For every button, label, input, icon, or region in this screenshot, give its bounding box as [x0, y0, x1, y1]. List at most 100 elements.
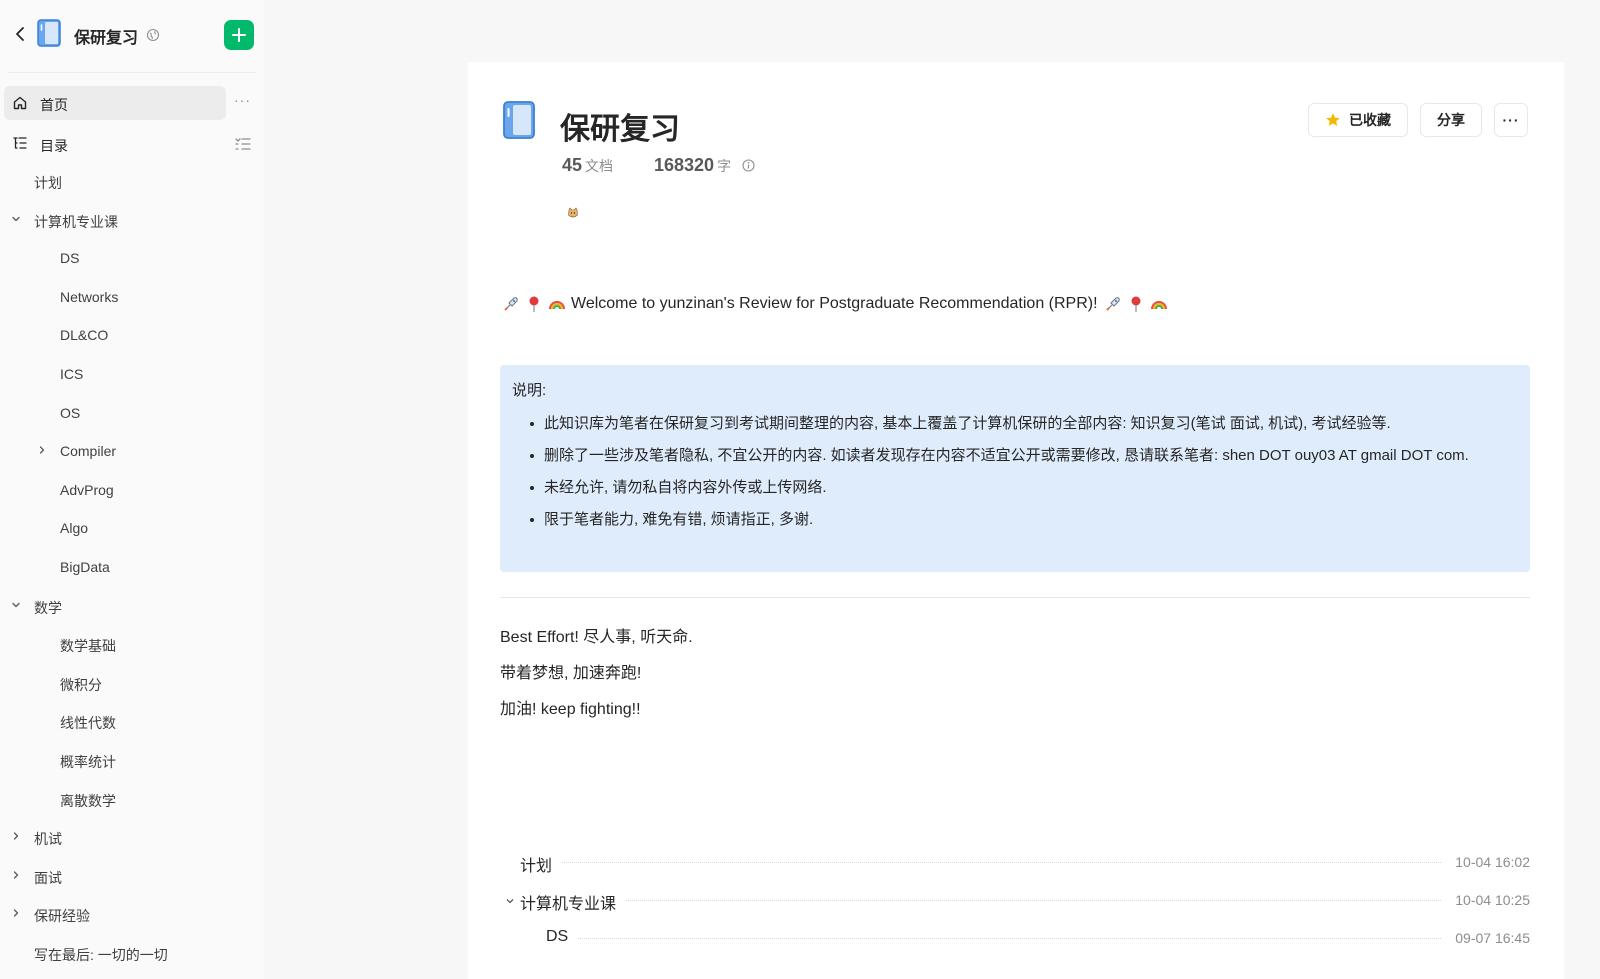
catalog-row-date: 10-04 10:25 — [1441, 892, 1530, 908]
chevron-right-icon[interactable] — [10, 830, 22, 842]
sidebar-tree-label: 数学基础 — [60, 638, 116, 655]
add-button[interactable] — [224, 20, 254, 50]
chevron-down-icon[interactable] — [10, 599, 22, 611]
book-icon — [37, 19, 61, 47]
sidebar-tree-item[interactable]: DS — [0, 240, 264, 279]
sidebar-tree: 计划计算机专业课 DS Networks DL&CO ICS OS Compiler AdvP… — [0, 163, 264, 973]
public-globe-icon — [146, 28, 160, 42]
sidebar-tree-label: 保研经验 — [34, 908, 90, 925]
plus-icon — [232, 28, 246, 42]
rainbow-emoji-icon — [549, 301, 565, 310]
words-count: 168320 字 — [654, 155, 755, 176]
docs-count-unit: 文档 — [585, 158, 614, 174]
sidebar-tree-label: 机试 — [34, 831, 62, 848]
divider — [500, 597, 1530, 598]
info-icon[interactable] — [742, 159, 755, 172]
sidebar-tree-item[interactable]: 写在最后: 一切的一切 — [0, 935, 264, 974]
more-options-button[interactable]: ··· — [1494, 103, 1528, 137]
book-title[interactable]: 保研复习 — [74, 24, 138, 48]
welcome-line: Welcome to yunzinan's Review for Postgra… — [502, 295, 1173, 313]
sidebar-tree-item[interactable]: BigData — [0, 549, 264, 588]
sidebar-tree-item[interactable]: ICS — [0, 356, 264, 395]
callout-item: 删除了一些涉及笔者隐私, 不宜公开的内容. 如读者发现存在内容不适宜公开或需要修… — [512, 442, 1518, 469]
sidebar-header: 保研复习 — [0, 14, 264, 54]
docs-count: 45 文档 — [562, 155, 613, 176]
sidebar-tree-item[interactable]: 保研经验 — [0, 896, 264, 935]
sidebar-tree-label: 概率统计 — [60, 753, 116, 770]
catalog-row-date: 10-04 16:02 — [1441, 854, 1530, 870]
sidebar-tree-label: DL&CO — [60, 327, 109, 344]
sidebar-tree-label: 离散数学 — [60, 792, 116, 809]
sidebar-tree-item[interactable]: 离散数学 — [0, 781, 264, 820]
catalog-row[interactable]: 计划 10-04 16:02 — [520, 849, 1530, 876]
catalog-row-label: 计划 — [520, 852, 563, 876]
main-content: 保研复习 45 文档 168320 字 已收藏 分享 ··· Welcome t… — [468, 62, 1564, 979]
favorite-button[interactable]: 已收藏 — [1308, 103, 1408, 137]
share-button[interactable]: 分享 — [1420, 103, 1482, 137]
chevron-right-icon[interactable] — [10, 869, 22, 881]
star-icon — [1326, 113, 1340, 126]
sidebar-tree-item[interactable]: 计算机专业课 — [0, 202, 264, 241]
home-icon — [13, 96, 27, 110]
sidebar-item-toc[interactable]: 目录 — [4, 127, 226, 161]
sidebar: 保研复习 首页 ··· 目录 计划计算机专业课 DS Networks DL&CO IC… — [0, 0, 264, 979]
catalog-row[interactable]: 计算机专业课 10-04 10:25 — [506, 887, 1530, 914]
sidebar-more-button[interactable]: ··· — [234, 92, 254, 112]
sidebar-tree-item[interactable]: DL&CO — [0, 317, 264, 356]
book-icon — [503, 101, 535, 139]
callout-list: 此知识库为笔者在保研复习到考试期间整理的内容, 基本上覆盖了计算机保研的全部内容… — [512, 410, 1518, 533]
sidebar-tree-label: 计算机专业课 — [34, 213, 118, 230]
sidebar-tree-label: BigData — [60, 558, 110, 575]
callout-item: 此知识库为笔者在保研复习到考试期间整理的内容, 基本上覆盖了计算机保研的全部内容… — [512, 410, 1518, 437]
leader-dots — [578, 938, 1441, 939]
chevron-down-icon[interactable] — [10, 213, 22, 225]
words-count-value: 168320 — [654, 155, 715, 175]
page-title: 保研复习 — [560, 113, 680, 146]
sidebar-tree-item[interactable]: 机试 — [0, 819, 264, 858]
sidebar-tree-item[interactable]: 数学基础 — [0, 626, 264, 665]
chevron-right-icon[interactable] — [10, 907, 22, 919]
callout-title: 说明: — [512, 382, 547, 399]
callout-item: 未经允许, 请勿私自将内容外传或上传网络. — [512, 474, 1518, 501]
sidebar-item-label: 目录 — [40, 138, 68, 154]
docs-count-value: 45 — [562, 155, 583, 175]
sidebar-tree-item[interactable]: 微积分 — [0, 665, 264, 704]
sidebar-tree-label: 面试 — [34, 869, 62, 886]
rocket-emoji-icon — [504, 297, 518, 311]
chevron-down-icon[interactable] — [504, 895, 516, 907]
sidebar-tree-item[interactable]: 面试 — [0, 858, 264, 897]
sidebar-tree-item[interactable]: Compiler — [0, 433, 264, 472]
sidebar-tree-label: 计划 — [34, 175, 62, 191]
sidebar-tree-item[interactable]: Algo — [0, 510, 264, 549]
favorite-button-label: 已收藏 — [1349, 112, 1391, 128]
sidebar-tree-label: 写在最后: 一切的一切 — [34, 946, 168, 963]
sidebar-tree-item[interactable]: Networks — [0, 279, 264, 318]
sidebar-tree-label: Networks — [60, 288, 119, 305]
sidebar-tree-label: ICS — [60, 365, 84, 382]
sidebar-item-home[interactable]: 首页 — [4, 86, 226, 120]
chevron-left-icon[interactable] — [12, 24, 28, 44]
sidebar-tree-item[interactable]: 线性代数 — [0, 703, 264, 742]
sidebar-tree-item[interactable]: 计划 — [0, 163, 264, 202]
pushpin-emoji-icon — [1131, 296, 1141, 312]
sidebar-divider — [8, 72, 256, 73]
cat-emoji-icon — [568, 207, 578, 218]
sidebar-tree-item[interactable]: OS — [0, 395, 264, 434]
callout-item: 限于笔者能力, 难免有错, 烦请指正, 多谢. — [512, 506, 1518, 533]
catalog-row-label: 计算机专业课 — [520, 890, 627, 914]
sidebar-tree-label: Algo — [60, 520, 89, 537]
sidebar-tree-item[interactable]: 概率统计 — [0, 742, 264, 781]
sidebar-tree-label: 数学 — [34, 599, 62, 616]
chevron-right-icon[interactable] — [36, 444, 48, 456]
motto-paragraph: 加油! keep fighting!! — [500, 701, 641, 718]
leader-dots — [626, 900, 1441, 901]
motto-paragraph: 带着梦想, 加速奔跑! — [500, 665, 642, 682]
catalog-row-label: DS — [546, 928, 579, 946]
pushpin-emoji-icon — [529, 296, 539, 312]
sidebar-tree-item[interactable]: AdvProg — [0, 472, 264, 511]
list-settings-icon[interactable] — [234, 135, 252, 153]
catalog-row[interactable]: DS 09-07 16:45 — [520, 925, 1530, 951]
motto-paragraph: Best Effort! 尽人事, 听天命. — [500, 629, 693, 646]
leader-dots — [562, 862, 1441, 863]
sidebar-tree-item[interactable]: 数学 — [0, 588, 264, 627]
